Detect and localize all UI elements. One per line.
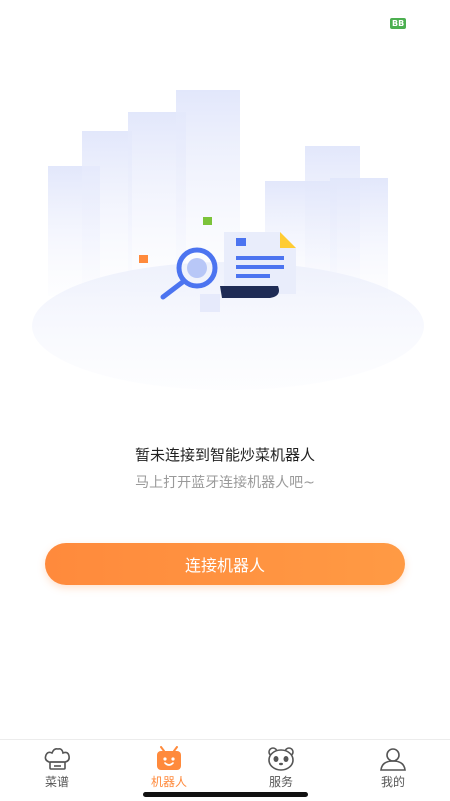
empty-state-title: 暂未连接到智能炒菜机器人: [134, 446, 315, 464]
home-indicator: [143, 792, 308, 797]
tab-label-mine: 我的: [380, 775, 405, 789]
chef-hat-icon: [44, 748, 70, 770]
empty-state-subtitle: 马上打开蓝牙连接机器人吧~: [135, 475, 315, 491]
panda-icon: [268, 747, 294, 771]
tab-mine[interactable]: 我的: [348, 746, 438, 790]
connect-robot-button[interactable]: 连接机器人: [45, 543, 405, 585]
robot-icon: [157, 746, 181, 770]
tab-service[interactable]: 服务: [236, 746, 326, 790]
user-icon: [380, 748, 406, 771]
tab-label-service: 服务: [268, 775, 293, 789]
status-indicator: BB: [390, 18, 407, 29]
tab-recipes[interactable]: 菜谱: [12, 746, 102, 790]
empty-state-illustration: [32, 90, 424, 390]
tab-label-recipes: 菜谱: [44, 775, 69, 789]
tab-label-robot: 机器人: [150, 775, 187, 789]
tab-robot[interactable]: 机器人: [124, 746, 214, 790]
